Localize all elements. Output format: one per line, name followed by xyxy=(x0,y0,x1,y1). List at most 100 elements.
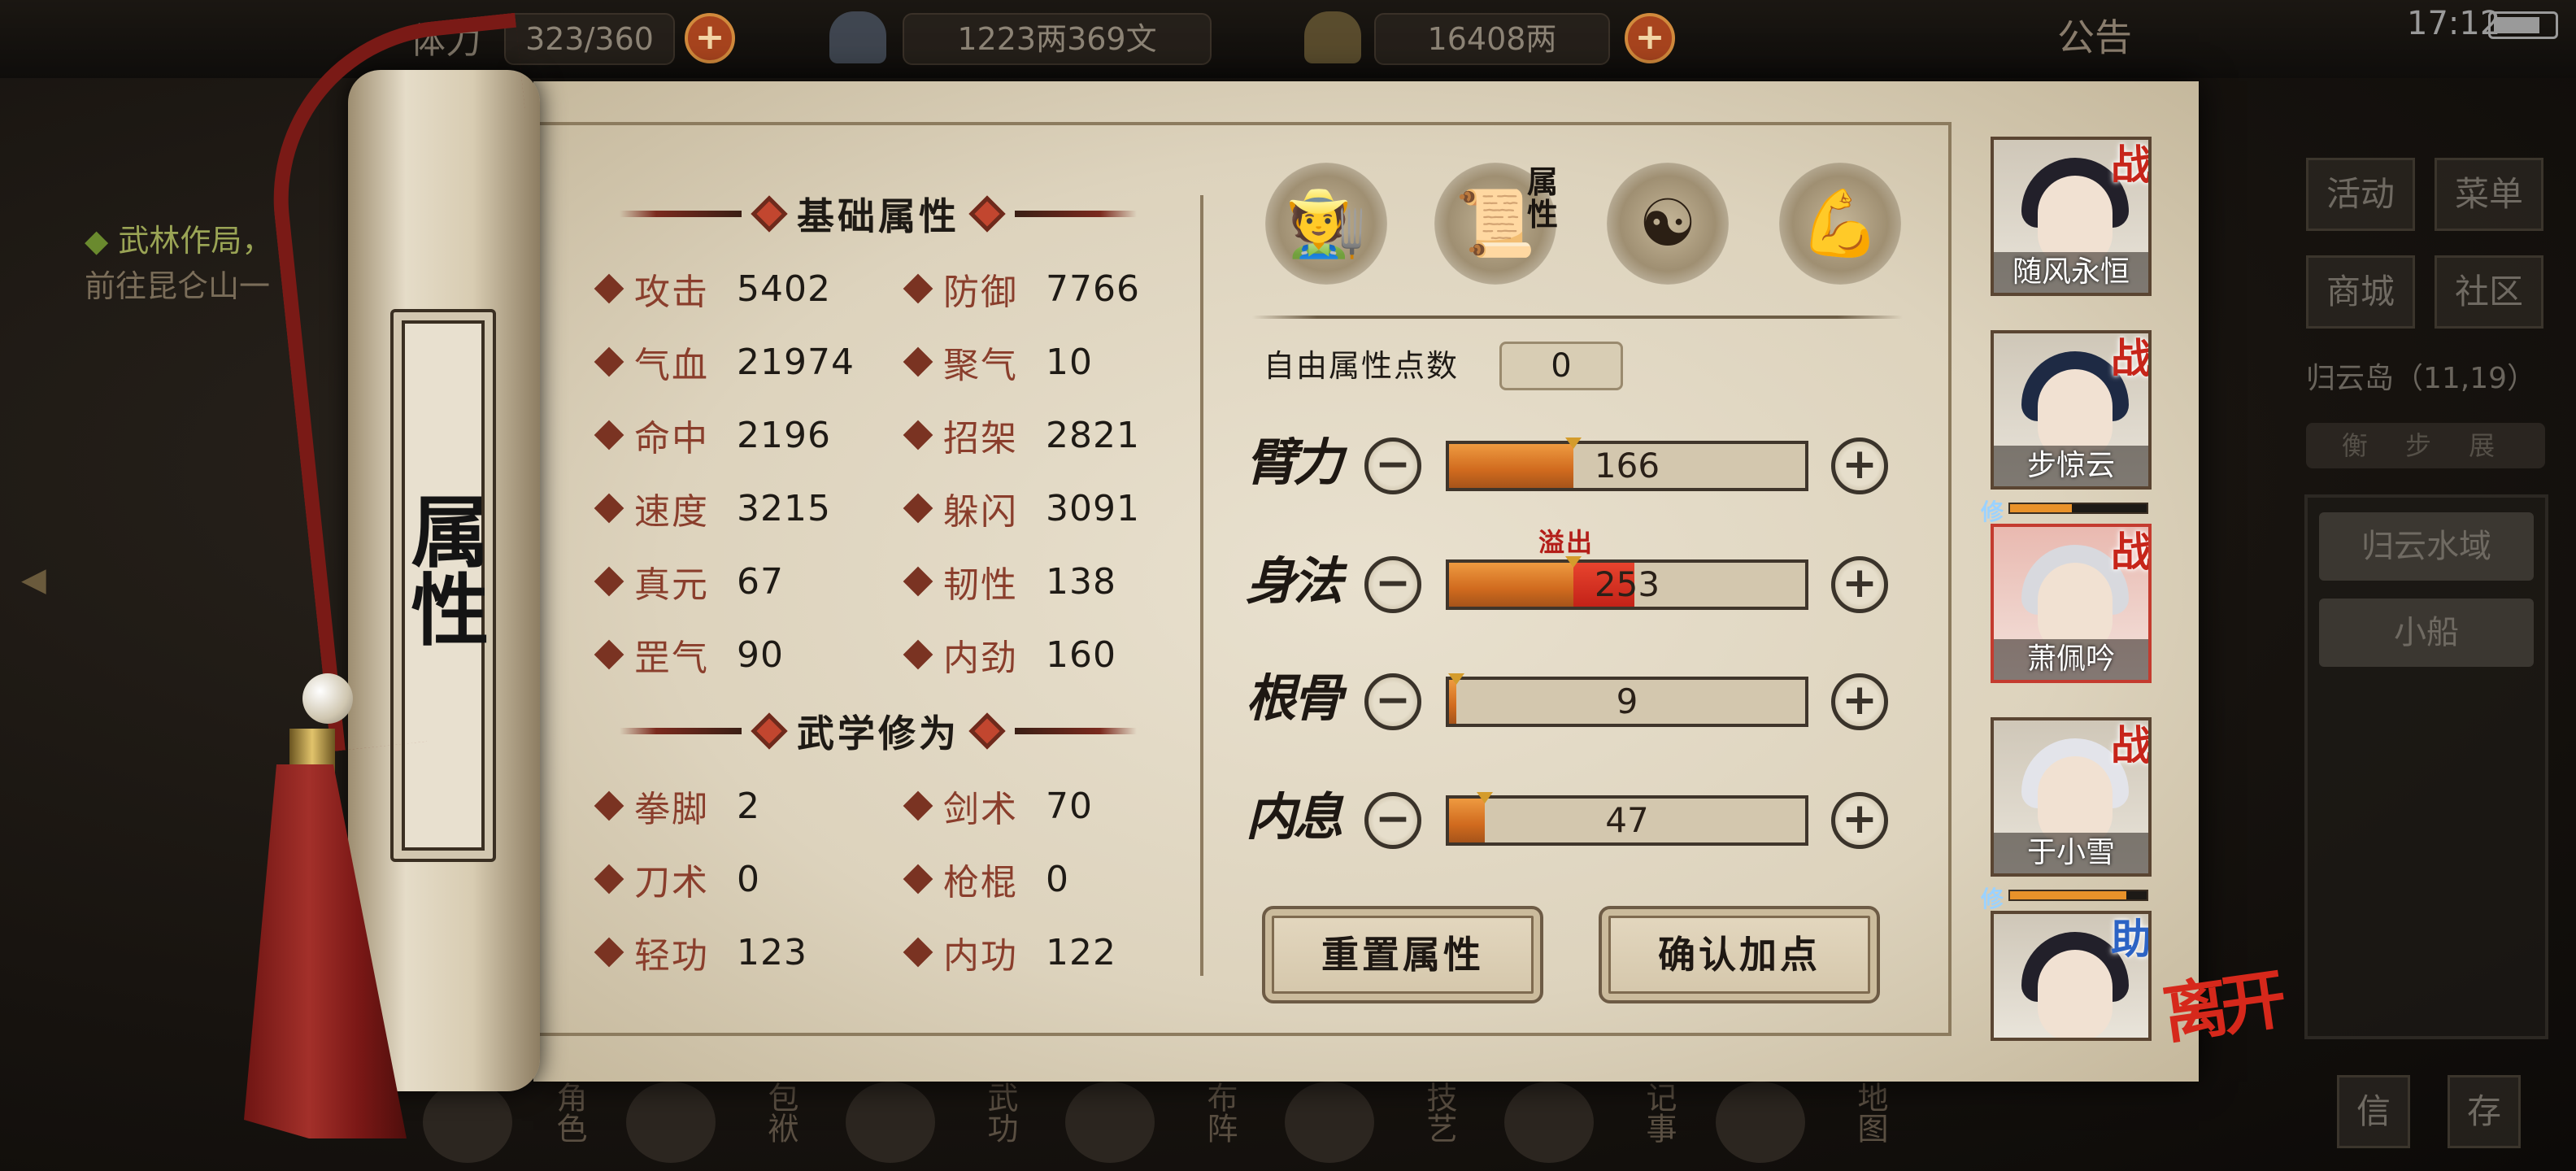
confirm-points-button[interactable]: 确认加点 xyxy=(1599,906,1880,1003)
stat-toughness: 韧性 138 xyxy=(903,545,1184,618)
stat-value: 123 xyxy=(737,931,807,973)
stat-label: 真元 xyxy=(634,564,709,606)
overflow-label: 溢出 xyxy=(1538,527,1595,558)
party-member-2[interactable]: 步惊云 战 xyxy=(1991,330,2152,490)
shop-button[interactable]: 商城 xyxy=(2306,255,2415,329)
nav-map[interactable]: 地图 xyxy=(1821,1082,1888,1143)
quest-line-2: 前往昆仑山一 xyxy=(85,268,271,304)
constitution-bar: 9 xyxy=(1446,673,1808,727)
stat-value: 2196 xyxy=(737,414,831,456)
strength-minus-button[interactable]: − xyxy=(1364,437,1421,494)
agility-minus-button[interactable]: − xyxy=(1364,556,1421,613)
collapse-left-icon[interactable]: ◀ xyxy=(21,561,67,607)
header-line-right xyxy=(1015,728,1137,734)
add-gold-button[interactable]: + xyxy=(1625,13,1675,63)
constitution-minus-button[interactable]: − xyxy=(1364,673,1421,730)
menu-button[interactable]: 菜单 xyxy=(2435,158,2543,231)
stat-defense: 防御 7766 xyxy=(903,252,1184,325)
nav-formation[interactable]: 布阵 xyxy=(1171,1082,1238,1143)
header-line-left xyxy=(620,211,742,217)
guiyun-waters-button[interactable]: 归云水域 xyxy=(2319,512,2534,581)
party-member-3[interactable]: 萧佩吟 战 xyxy=(1991,524,2152,683)
battle-badge: 战 xyxy=(2111,721,2152,769)
quest-line-1: 武林作局， xyxy=(118,223,273,259)
stat-value: 10 xyxy=(1046,341,1093,383)
stat-lightness: 轻功 123 xyxy=(594,916,907,989)
nav-character[interactable]: 角色 xyxy=(520,1082,587,1143)
breath-bar: 47 xyxy=(1446,792,1808,846)
nav-martial[interactable]: 武功 xyxy=(951,1082,1018,1143)
cultivation-progress xyxy=(2008,503,2148,514)
nav-skills[interactable]: 技艺 xyxy=(1390,1082,1457,1143)
journal-nav-icon[interactable] xyxy=(1504,1082,1594,1163)
strength-bar: 166 xyxy=(1446,437,1808,491)
breath-value: 47 xyxy=(1605,800,1649,840)
small-boat-button[interactable]: 小船 xyxy=(2319,599,2534,667)
add-stamina-button[interactable]: + xyxy=(685,13,735,63)
character-nav-icon[interactable] xyxy=(423,1082,512,1163)
diamond-icon xyxy=(594,420,624,451)
formation-nav-icon[interactable] xyxy=(1065,1082,1155,1163)
stat-value: 138 xyxy=(1046,560,1116,603)
diamond-icon xyxy=(594,790,624,821)
martial-title: 武学修为 xyxy=(797,712,959,755)
silver-ingot-icon xyxy=(829,11,886,63)
straw-hat-swordsman-icon[interactable]: 🧑‍🌾 xyxy=(1265,163,1387,285)
community-button[interactable]: 社区 xyxy=(2435,255,2543,329)
constitution-plus-button[interactable]: + xyxy=(1831,673,1888,730)
free-points-label: 自由属性点数 xyxy=(1264,348,1460,384)
stamina-value: 323/360 xyxy=(504,13,675,65)
quest-tracker[interactable]: ◆ 武林作局， 前往昆仑山一 xyxy=(85,218,272,309)
stat-inner-art: 内功 122 xyxy=(903,916,1184,989)
jade-bead xyxy=(302,673,353,724)
party-member-5[interactable]: 助 xyxy=(1991,911,2152,1041)
notice-button[interactable]: 公告 xyxy=(2057,8,2132,62)
stat-gang-qi: 罡气 90 xyxy=(594,618,907,691)
stat-value: 2 xyxy=(737,785,760,827)
skills-nav-icon[interactable] xyxy=(1285,1082,1374,1163)
diamond-icon xyxy=(594,937,624,968)
diamond-icon xyxy=(903,790,933,821)
diamond-icon xyxy=(903,566,933,597)
column-divider xyxy=(1200,195,1203,976)
meridian-body-icon[interactable]: 💪 xyxy=(1779,163,1901,285)
stat-label: 内功 xyxy=(943,935,1018,977)
minimap-bar[interactable]: 衡 步 展 xyxy=(2306,423,2545,468)
breath-plus-button[interactable]: + xyxy=(1831,792,1888,849)
hat-glyph: 🧑‍🌾 xyxy=(1286,185,1367,261)
mail-button[interactable]: 信 xyxy=(2337,1075,2410,1148)
strength-plus-button[interactable]: + xyxy=(1831,437,1888,494)
activity-button[interactable]: 活动 xyxy=(2306,158,2415,231)
party-member-1[interactable]: 随风永恒 战 xyxy=(1991,137,2152,296)
stat-dodge: 躲闪 3091 xyxy=(903,472,1184,545)
stat-value: 70 xyxy=(1046,785,1093,827)
stat-hit: 命中 2196 xyxy=(594,398,907,472)
stat-label: 聚气 xyxy=(943,345,1018,386)
bag-nav-icon[interactable] xyxy=(626,1082,716,1163)
stat-label: 轻功 xyxy=(634,935,709,977)
quest-diamond-icon: ◆ xyxy=(85,223,119,259)
save-button[interactable]: 存 xyxy=(2448,1075,2521,1148)
assist-badge: 助 xyxy=(2111,915,2152,963)
stat-label: 躲闪 xyxy=(943,491,1018,533)
nav-journal[interactable]: 记事 xyxy=(1610,1082,1677,1143)
bagua-icon[interactable]: ☯ xyxy=(1607,163,1729,285)
martial-header: 武学修为 xyxy=(602,703,1155,760)
basic-attributes-title: 基础属性 xyxy=(797,194,959,238)
agility-value: 253 xyxy=(1594,564,1660,604)
stat-parry: 招架 2821 xyxy=(903,398,1184,472)
agility-bar: 253 xyxy=(1446,556,1808,610)
stat-label: 攻击 xyxy=(634,272,709,313)
diamond-icon xyxy=(903,493,933,524)
cultivation-progress xyxy=(2008,890,2148,901)
stat-value: 67 xyxy=(737,560,784,603)
nav-bag[interactable]: 包袱 xyxy=(732,1082,798,1143)
breath-minus-button[interactable]: − xyxy=(1364,792,1421,849)
map-nav-icon[interactable] xyxy=(1716,1082,1805,1163)
party-member-4[interactable]: 于小雪 战 xyxy=(1991,717,2152,877)
stat-value: 90 xyxy=(737,633,784,676)
agility-plus-button[interactable]: + xyxy=(1831,556,1888,613)
reset-attributes-button[interactable]: 重置属性 xyxy=(1262,906,1543,1003)
leave-button[interactable]: 离开 xyxy=(2158,960,2285,1052)
martial-nav-icon[interactable] xyxy=(846,1082,935,1163)
